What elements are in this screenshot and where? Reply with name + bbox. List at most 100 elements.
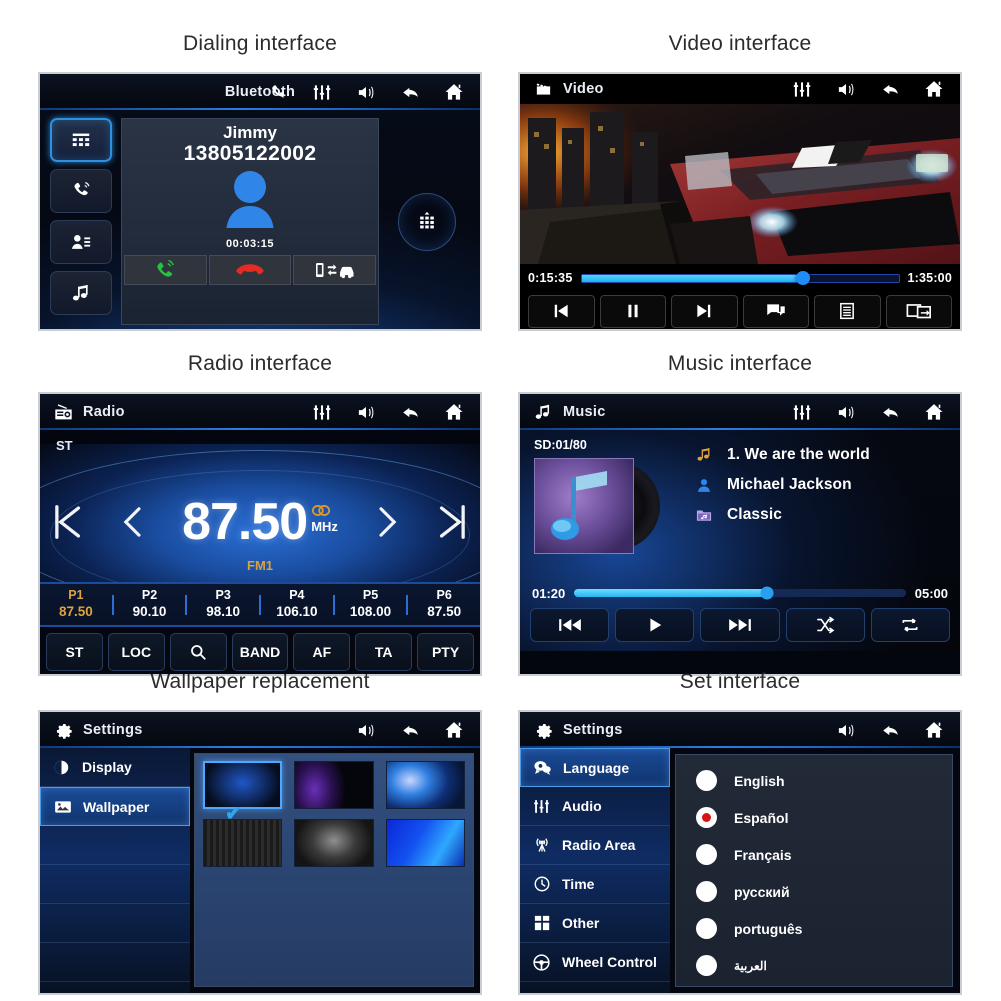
sidebar-item-empty-2[interactable] <box>40 865 190 904</box>
radio-selected-icon[interactable] <box>696 807 717 828</box>
equalizer-icon[interactable] <box>790 78 814 100</box>
home-icon[interactable] <box>442 401 466 423</box>
sidebar-item-language[interactable]: Language <box>520 748 670 787</box>
language-option-english[interactable]: English <box>682 762 946 799</box>
shuffle-button[interactable] <box>785 608 865 642</box>
music-seek-knob[interactable] <box>760 586 774 600</box>
screen-mirror-button[interactable] <box>885 294 952 328</box>
music-seek-track[interactable] <box>574 586 906 600</box>
contrast-icon <box>51 759 72 776</box>
video-canvas[interactable] <box>520 104 960 264</box>
subtitle-button[interactable] <box>742 294 809 328</box>
wallpaper-thumb-3[interactable] <box>385 761 465 809</box>
bt-music-button[interactable] <box>50 271 112 315</box>
home-icon[interactable] <box>442 81 466 103</box>
dialpad-icon[interactable] <box>397 192 456 251</box>
back-icon[interactable] <box>878 719 902 741</box>
radio-unselected-icon[interactable] <box>696 955 717 976</box>
home-icon[interactable] <box>442 719 466 741</box>
language-option-русский[interactable]: русский <box>682 873 946 910</box>
preset-p5[interactable]: P5 108.00 <box>335 588 407 621</box>
language-option-français[interactable]: Français <box>682 836 946 873</box>
sidebar-item-display[interactable]: Display <box>40 748 190 787</box>
wallpaper-thumb-1[interactable]: ✔ <box>203 761 283 825</box>
back-icon[interactable] <box>878 401 902 423</box>
seek-down-button[interactable] <box>50 503 84 541</box>
back-icon[interactable] <box>878 78 902 100</box>
answer-button[interactable] <box>124 255 207 285</box>
hangup-button[interactable] <box>208 255 292 285</box>
sidebar-item-empty-3[interactable] <box>40 904 190 943</box>
screen-radio: Radio ST 87.50 MHz FM1 P1 87.50 P2 90.10… <box>38 392 482 676</box>
video-seek-track[interactable] <box>580 271 900 285</box>
equalizer-icon[interactable] <box>310 81 334 103</box>
af-button[interactable]: AF <box>293 633 351 671</box>
home-icon[interactable] <box>922 78 946 100</box>
home-icon[interactable] <box>922 401 946 423</box>
transfer-audio-button[interactable] <box>293 255 377 285</box>
radio-unselected-icon[interactable] <box>696 770 717 791</box>
home-icon[interactable] <box>922 719 946 741</box>
radio-unselected-icon[interactable] <box>696 844 717 865</box>
pause-button[interactable] <box>599 294 666 328</box>
volume-icon[interactable] <box>834 78 858 100</box>
next-track-button[interactable] <box>700 608 780 642</box>
keypad-button[interactable] <box>50 118 112 162</box>
preset-p3[interactable]: P3 98.10 <box>187 588 259 621</box>
volume-icon[interactable] <box>354 719 378 741</box>
volume-icon[interactable] <box>834 719 858 741</box>
tune-up-button[interactable] <box>373 504 401 540</box>
back-icon[interactable] <box>398 401 422 423</box>
scan-search-button[interactable] <box>169 633 227 671</box>
sidebar-label-language: Language <box>563 759 630 776</box>
back-icon[interactable] <box>398 719 422 741</box>
wallpaper-thumb-4[interactable] <box>203 819 283 867</box>
sidebar-item-other[interactable]: Other <box>520 904 670 943</box>
equalizer-icon[interactable] <box>310 401 334 423</box>
band-button[interactable]: BAND <box>231 633 289 671</box>
radio-unselected-icon[interactable] <box>696 881 717 902</box>
wallpaper-thumb-6[interactable] <box>385 819 465 867</box>
phone-call-icon[interactable] <box>266 81 290 103</box>
music-art-area: SD:01/80 <box>520 430 685 580</box>
sidebar-item-empty-1[interactable] <box>40 826 190 865</box>
sidebar-item-time[interactable]: Time <box>520 865 670 904</box>
volume-icon[interactable] <box>354 401 378 423</box>
preset-p6[interactable]: P6 87.50 <box>408 588 480 621</box>
wallpaper-thumb-5[interactable] <box>294 819 374 867</box>
ta-button[interactable]: TA <box>355 633 413 671</box>
sidebar-item-audio[interactable]: Audio <box>520 787 670 826</box>
radio-unselected-icon[interactable] <box>696 918 717 939</box>
pty-button[interactable]: PTY <box>417 633 475 671</box>
local-button[interactable]: LOC <box>107 633 165 671</box>
volume-icon[interactable] <box>354 81 378 103</box>
previous-track-button[interactable] <box>530 608 610 642</box>
contacts-button[interactable] <box>50 220 112 264</box>
call-log-button[interactable] <box>50 169 112 213</box>
video-seek-knob[interactable] <box>796 271 811 285</box>
track-title-row: 1. We are the world <box>693 446 954 464</box>
sidebar-item-wallpaper[interactable]: Wallpaper <box>40 787 190 826</box>
back-icon[interactable] <box>398 81 422 103</box>
preset-p1[interactable]: P1 87.50 <box>40 588 112 621</box>
language-option-العربية[interactable]: العربية <box>682 947 946 984</box>
sidebar-item-empty-4[interactable] <box>40 943 190 982</box>
stereo-button[interactable]: ST <box>46 633 103 671</box>
wallpaper-thumb-2[interactable] <box>294 761 374 809</box>
language-option-español[interactable]: Español <box>682 799 946 836</box>
music-now-playing: SD:01/80 1. We are the world Michael Jac… <box>520 430 960 580</box>
next-button[interactable] <box>671 294 738 328</box>
repeat-button[interactable] <box>870 608 951 642</box>
play-button[interactable] <box>615 608 695 642</box>
playlist-button[interactable] <box>814 294 881 328</box>
language-option-português[interactable]: português <box>682 910 946 947</box>
seek-up-button[interactable] <box>436 503 470 541</box>
sidebar-item-wheel-control[interactable]: Wheel Control <box>520 943 670 982</box>
equalizer-icon[interactable] <box>790 401 814 423</box>
preset-p2[interactable]: P2 90.10 <box>114 588 186 621</box>
previous-button[interactable] <box>528 294 595 328</box>
preset-p4[interactable]: P4 106.10 <box>261 588 333 621</box>
tune-down-button[interactable] <box>119 504 147 540</box>
volume-icon[interactable] <box>834 401 858 423</box>
sidebar-item-radio-area[interactable]: Radio Area <box>520 826 670 865</box>
